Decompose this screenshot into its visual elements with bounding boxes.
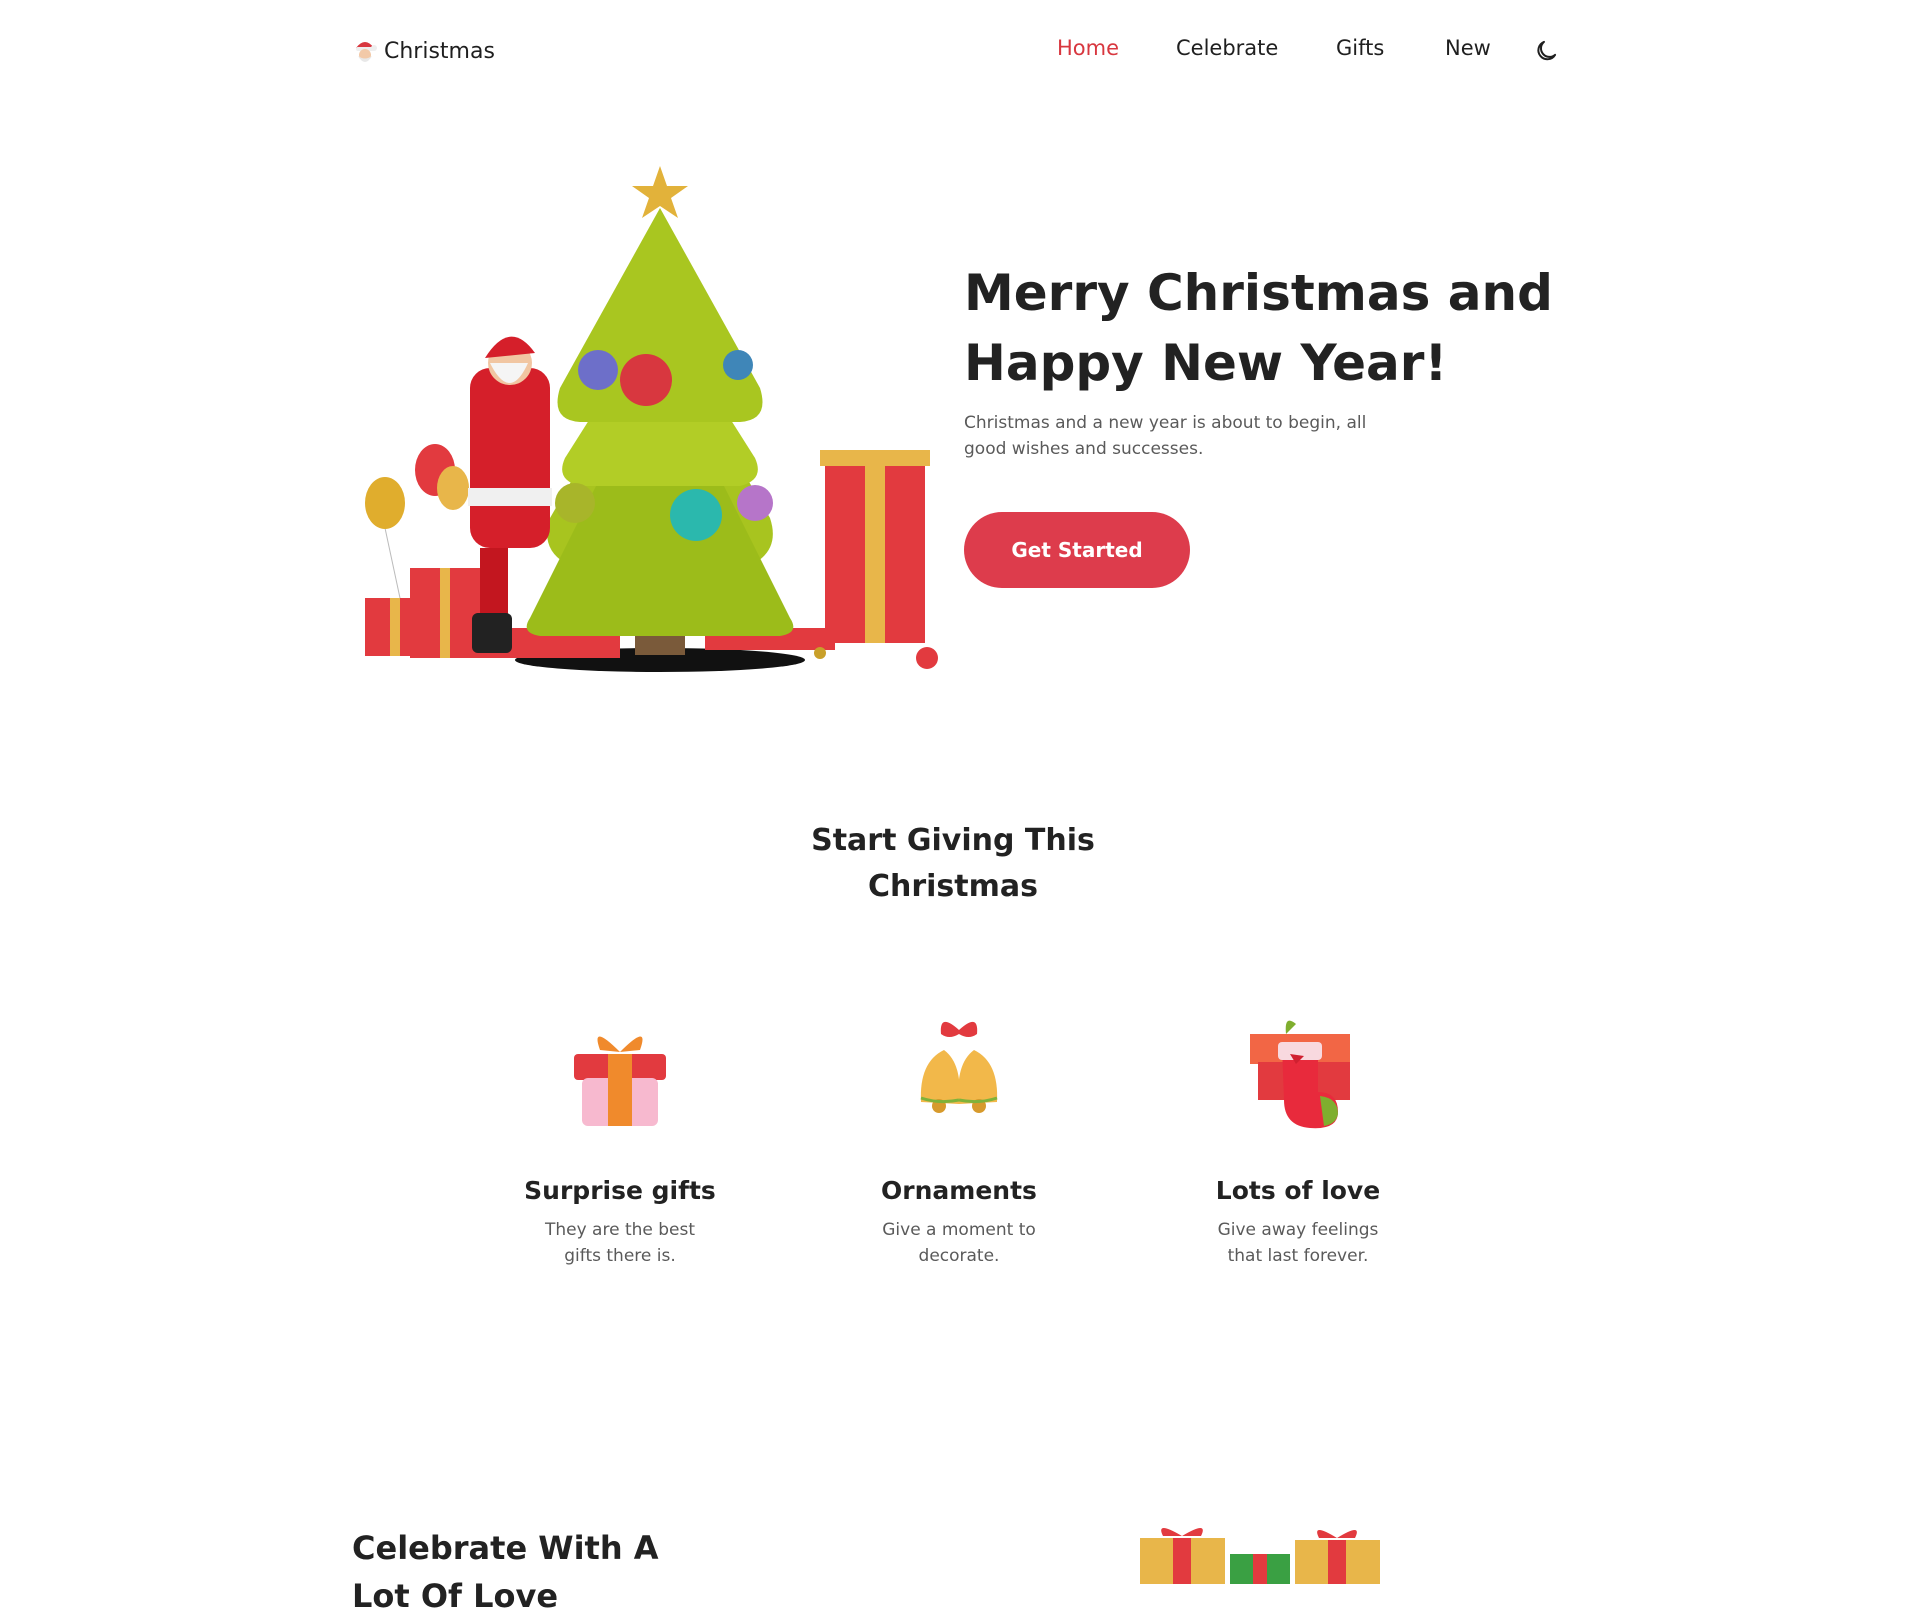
hero-title-line2: Happy New Year!: [964, 334, 1448, 392]
gifts-illustration: [1140, 1528, 1380, 1584]
card-title: Lots of love: [1215, 1176, 1381, 1205]
card-title: Ornaments: [881, 1176, 1037, 1205]
section-title-giving: Start Giving This Christmas: [803, 818, 1103, 910]
nav-home[interactable]: Home: [1057, 36, 1119, 60]
christmas-tree-illustration: [365, 166, 938, 672]
card-text: Give away feelings that last forever.: [1217, 1220, 1379, 1266]
section-title-celebrate: Celebrate With A Lot Of Love: [352, 1524, 712, 1620]
hero-title-line1: Merry Christmas and: [964, 264, 1553, 322]
nav-celebrate[interactable]: Celebrate: [1176, 36, 1278, 60]
gift-box-icon: [574, 1036, 666, 1126]
celebrate-title-line1: Celebrate With A: [352, 1529, 659, 1567]
get-started-button[interactable]: Get Started: [964, 512, 1190, 588]
card-ornaments: Ornaments Give a moment to decorate.: [809, 1012, 1109, 1269]
santa-icon: [356, 42, 377, 62]
section-title-line2: Christmas: [867, 869, 1038, 904]
moon-icon[interactable]: [1534, 36, 1562, 64]
card-text: They are the best gifts there is.: [544, 1220, 696, 1266]
card-text: Give a moment to decorate.: [882, 1220, 1036, 1266]
section-title-line1: Start Giving This: [811, 823, 1095, 858]
stocking-icon: [1250, 1020, 1350, 1129]
bells-icon: [920, 1021, 998, 1113]
hero-title: Merry Christmas and Happy New Year!: [964, 258, 1564, 398]
card-title: Surprise gifts: [524, 1176, 716, 1205]
card-surprise-gifts: Surprise gifts They are the best gifts t…: [470, 1012, 770, 1269]
nav-gifts[interactable]: Gifts: [1336, 36, 1384, 60]
brand-logo[interactable]: Christmas: [352, 33, 495, 69]
nav-new[interactable]: New: [1445, 36, 1491, 60]
card-lots-of-love: Lots of love Give away feelings that las…: [1148, 1012, 1448, 1269]
hero-description: Christmas and a new year is about to beg…: [964, 413, 1367, 459]
celebrate-title-line2: Lot Of Love: [352, 1577, 559, 1615]
brand-name: Christmas: [384, 38, 495, 64]
